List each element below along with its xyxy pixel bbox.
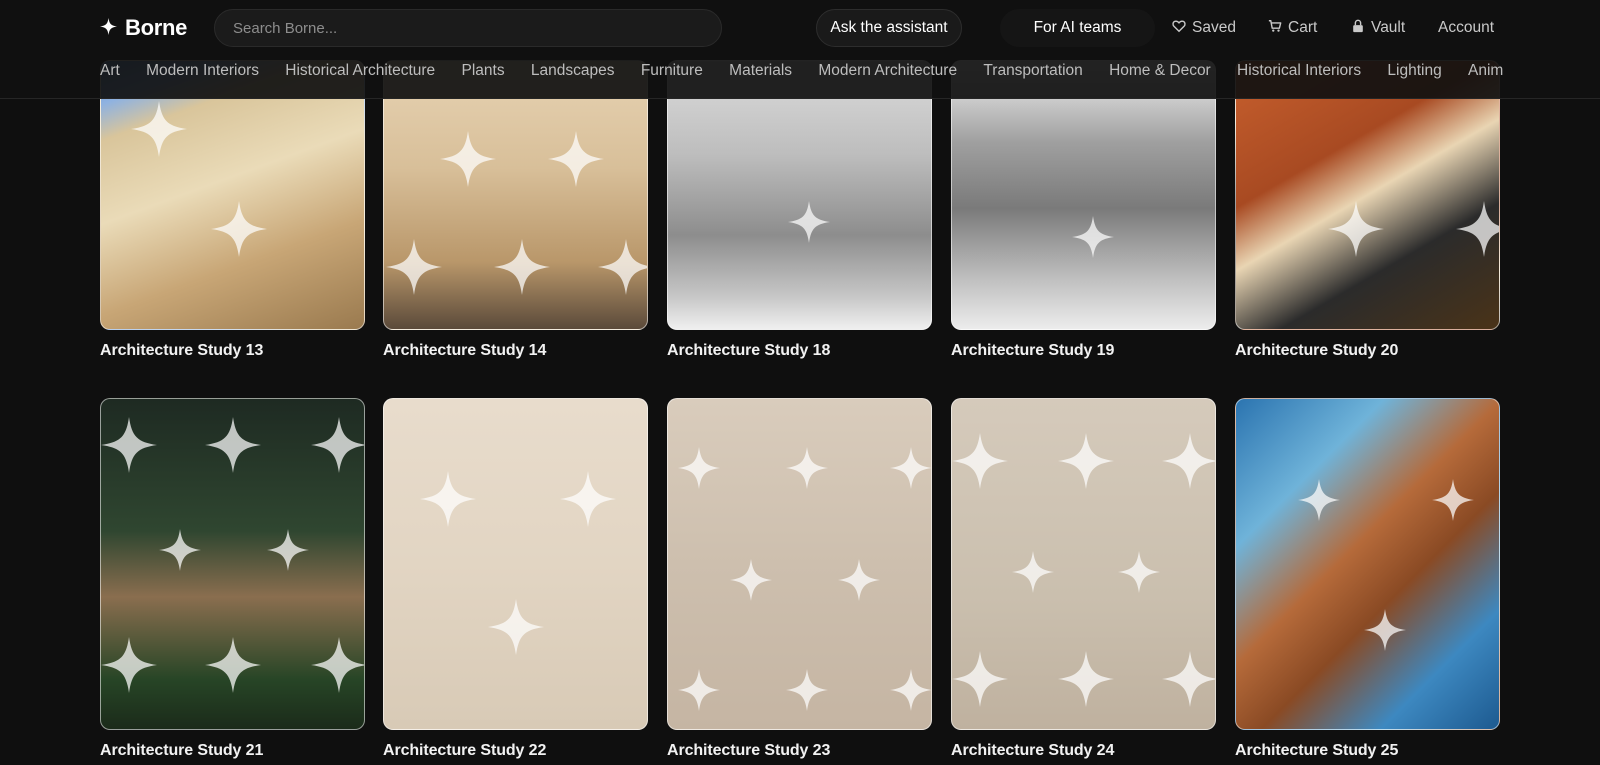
card-title[interactable]: Architecture Study 24 xyxy=(951,742,1216,760)
nav-account-label: Account xyxy=(1438,19,1495,36)
card-title[interactable]: Architecture Study 21 xyxy=(100,742,365,760)
ask-assistant-button[interactable]: Ask the assistant xyxy=(816,9,962,47)
card-image[interactable] xyxy=(100,398,365,730)
category-landscapes[interactable]: Landscapes xyxy=(531,62,615,80)
card-title[interactable]: Architecture Study 19 xyxy=(951,342,1216,360)
card-title[interactable]: Architecture Study 20 xyxy=(1235,342,1500,360)
nav-saved-label: Saved xyxy=(1192,19,1236,36)
card-title[interactable]: Architecture Study 23 xyxy=(667,742,932,760)
site-header: Borne Ask the assistant For AI teams Sav… xyxy=(0,0,1600,99)
ai-teams-label: For AI teams xyxy=(1033,19,1122,36)
nav-saved[interactable]: Saved xyxy=(1172,18,1236,38)
category-art[interactable]: Art xyxy=(100,62,120,80)
sparkle-icon xyxy=(100,15,117,41)
nav-vault-label: Vault xyxy=(1371,19,1406,36)
card-image[interactable] xyxy=(1235,60,1500,330)
heart-icon xyxy=(1172,19,1186,38)
category-furniture[interactable]: Furniture xyxy=(641,62,703,80)
card-title[interactable]: Architecture Study 25 xyxy=(1235,742,1500,760)
card-image[interactable] xyxy=(667,398,932,730)
gallery-card[interactable]: Architecture Study 13 xyxy=(100,60,365,360)
card-title[interactable]: Architecture Study 22 xyxy=(383,742,648,760)
category-modern-architecture[interactable]: Modern Architecture xyxy=(818,62,957,80)
category-historical-interiors[interactable]: Historical Interiors xyxy=(1237,62,1361,80)
nav-cart[interactable]: Cart xyxy=(1268,18,1317,38)
gallery-card[interactable]: Architecture Study 25 xyxy=(1235,398,1500,760)
card-image[interactable] xyxy=(951,60,1216,330)
card-title[interactable]: Architecture Study 13 xyxy=(100,342,365,360)
ai-teams-button[interactable]: For AI teams xyxy=(1000,9,1155,47)
logo-text: Borne xyxy=(125,15,188,40)
card-image[interactable] xyxy=(951,398,1216,730)
card-image[interactable] xyxy=(383,398,648,730)
card-image[interactable] xyxy=(383,60,648,330)
card-title[interactable]: Architecture Study 14 xyxy=(383,342,648,360)
gallery-card[interactable]: Architecture Study 23 xyxy=(667,398,932,760)
gallery-card[interactable]: Architecture Study 18 xyxy=(667,60,932,360)
gallery-card[interactable]: Architecture Study 22 xyxy=(383,398,648,760)
gallery-card[interactable]: Architecture Study 24 xyxy=(951,398,1216,760)
gallery-card[interactable]: Architecture Study 19 xyxy=(951,60,1216,360)
lock-icon xyxy=(1351,19,1365,38)
search-input[interactable] xyxy=(215,10,721,46)
category-plants[interactable]: Plants xyxy=(462,62,505,80)
category-historical-architecture[interactable]: Historical Architecture xyxy=(285,62,435,80)
card-image[interactable] xyxy=(1235,398,1500,730)
logo[interactable]: Borne xyxy=(100,15,187,41)
category-home-decor[interactable]: Home & Decor xyxy=(1109,62,1211,80)
category-lighting[interactable]: Lighting xyxy=(1387,62,1441,80)
card-image[interactable] xyxy=(667,60,932,330)
ask-assistant-label: Ask the assistant xyxy=(830,19,948,36)
category-nav: Art Modern Interiors Historical Architec… xyxy=(100,62,1528,84)
card-image[interactable] xyxy=(100,60,365,330)
gallery-card[interactable]: Architecture Study 14 xyxy=(383,60,648,360)
category-transportation[interactable]: Transportation xyxy=(983,62,1082,80)
category-animals[interactable]: Anim xyxy=(1468,62,1503,80)
nav-cart-label: Cart xyxy=(1288,19,1318,36)
gallery-card[interactable]: Architecture Study 20 xyxy=(1235,60,1500,360)
cart-icon xyxy=(1268,19,1282,38)
gallery-card[interactable]: Architecture Study 21 xyxy=(100,398,365,760)
top-bar: Borne Ask the assistant For AI teams Sav… xyxy=(0,9,1600,49)
category-materials[interactable]: Materials xyxy=(729,62,792,80)
category-modern-interiors[interactable]: Modern Interiors xyxy=(146,62,259,80)
search-bar[interactable] xyxy=(214,9,722,47)
nav-account[interactable]: Account xyxy=(1438,18,1494,38)
card-title[interactable]: Architecture Study 18 xyxy=(667,342,932,360)
nav-vault[interactable]: Vault xyxy=(1351,18,1405,38)
